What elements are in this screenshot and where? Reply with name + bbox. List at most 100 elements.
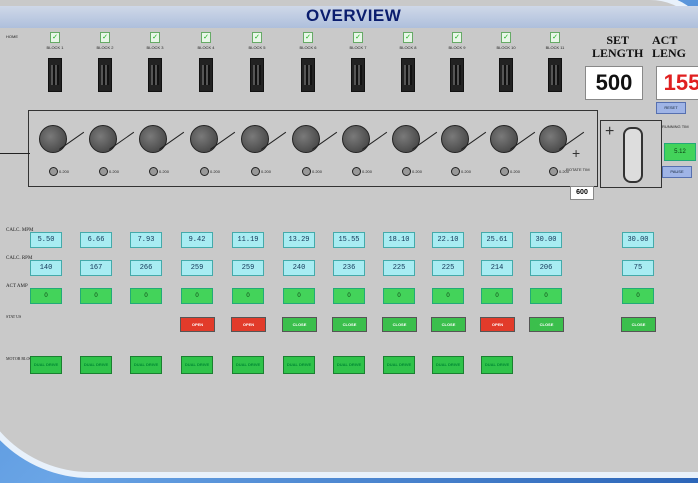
block-drive-icon (301, 58, 315, 92)
block-3[interactable]: ✓ BLOCK 3 (135, 32, 175, 92)
valve-status-button[interactable]: OPEN (231, 317, 266, 332)
act-amp-label: ACT AMP (6, 284, 28, 289)
valve-status-button[interactable]: OPEN (480, 317, 515, 332)
page-title: OVERVIEW (306, 6, 402, 25)
act-amp-value: 0 (530, 288, 562, 304)
roller-speed-label: 0.200 (362, 169, 373, 174)
pause-button[interactable]: PAUSE (662, 166, 692, 178)
roller-8 (392, 125, 420, 153)
guide-roller-icon (500, 167, 509, 176)
block-label: BLOCK 7 (349, 45, 367, 50)
block-6[interactable]: ✓ BLOCK 6 (288, 32, 328, 92)
block-5[interactable]: ✓ BLOCK 5 (237, 32, 277, 92)
calc-rpm-value: 259 (232, 260, 264, 276)
dual-drive-button[interactable]: DUAL DRIVE (232, 356, 264, 374)
rotate-panel: + (600, 120, 662, 188)
roller-7 (342, 125, 370, 153)
guide-roller-icon (451, 167, 460, 176)
dual-drive-button[interactable]: DUAL DRIVE (333, 356, 365, 374)
roller-2 (89, 125, 117, 153)
calc-mpm-value: 13.29 (283, 232, 315, 248)
rotate-time-value[interactable]: 600 (570, 186, 594, 200)
roller-speed-label: 0.200 (461, 169, 472, 174)
act-amp-value: 0 (232, 288, 264, 304)
dual-drive-button[interactable]: DUAL DRIVE (30, 356, 62, 374)
dual-drive-button[interactable]: DUAL DRIVE (80, 356, 112, 374)
roller-speed-label: 0.200 (261, 169, 272, 174)
set-length-value[interactable]: 500 (585, 66, 643, 100)
running-time-value: 5.12 (664, 143, 696, 161)
block-label: BLOCK 10 (496, 45, 516, 50)
check-icon: ✓ (550, 32, 560, 43)
check-icon: ✓ (150, 32, 160, 43)
guide-roller-icon (49, 167, 58, 176)
valve-status-button[interactable]: OPEN (180, 317, 215, 332)
block-label: BLOCK 11 (545, 45, 565, 50)
act-amp-value: 0 (80, 288, 112, 304)
block-label: BLOCK 5 (248, 45, 266, 50)
valve-status-button[interactable]: CLOSE (282, 317, 317, 332)
dual-drive-button[interactable]: DUAL DRIVE (181, 356, 213, 374)
calc-rpm-value: 214 (481, 260, 513, 276)
status-extra[interactable]: CLOSE (621, 317, 656, 332)
block-2[interactable]: ✓ BLOCK 2 (85, 32, 125, 92)
calc-rpm-value: 266 (130, 260, 162, 276)
block-7[interactable]: ✓ BLOCK 7 (338, 32, 378, 92)
check-icon: ✓ (50, 32, 60, 43)
guide-roller-icon (251, 167, 260, 176)
calc-rpm-value: 206 (530, 260, 562, 276)
calc-rpm-label: CALC. RPM (6, 256, 33, 261)
valve-status-button[interactable]: CLOSE (382, 317, 417, 332)
dual-drive-button[interactable]: DUAL DRIVE (283, 356, 315, 374)
dual-drive-button[interactable]: DUAL DRIVE (432, 356, 464, 374)
valve-status-button[interactable]: CLOSE (431, 317, 466, 332)
block-label: BLOCK 4 (197, 45, 215, 50)
block-11[interactable]: ✓ BLOCK 11 (535, 32, 575, 92)
roller-10 (490, 125, 518, 153)
valve-status-button[interactable]: CLOSE (529, 317, 564, 332)
block-drive-icon (548, 58, 562, 92)
plus-icon: + (605, 123, 615, 140)
roller-4 (190, 125, 218, 153)
block-drive-icon (98, 58, 112, 92)
calc-rpm-value: 167 (80, 260, 112, 276)
roller-5 (241, 125, 269, 153)
calc-rpm-value: 259 (181, 260, 213, 276)
block-label: BLOCK 3 (146, 45, 164, 50)
block-drive-icon (401, 58, 415, 92)
dual-drive-button[interactable]: DUAL DRIVE (481, 356, 513, 374)
block-8[interactable]: ✓ BLOCK 8 (388, 32, 428, 92)
block-drive-icon (250, 58, 264, 92)
spool-icon (623, 127, 643, 183)
block-drive-icon (148, 58, 162, 92)
valve-status-button[interactable]: CLOSE (332, 317, 367, 332)
guide-roller-icon (302, 167, 311, 176)
check-icon: ✓ (252, 32, 262, 43)
block-drive-icon (351, 58, 365, 92)
act-amp-value: 0 (481, 288, 513, 304)
calc-mpm-value: 18.10 (383, 232, 415, 248)
block-10[interactable]: ✓ BLOCK 10 (486, 32, 526, 92)
calc-rpm-value: 225 (383, 260, 415, 276)
check-icon: ✓ (403, 32, 413, 43)
block-9[interactable]: ✓ BLOCK 9 (437, 32, 477, 92)
reset-button[interactable]: RESET (656, 102, 686, 114)
guide-roller-icon (99, 167, 108, 176)
check-icon: ✓ (100, 32, 110, 43)
block-4[interactable]: ✓ BLOCK 4 (186, 32, 226, 92)
block-label: BLOCK 8 (399, 45, 417, 50)
calc-rpm-value: 240 (283, 260, 315, 276)
dual-drive-button[interactable]: DUAL DRIVE (383, 356, 415, 374)
calc-mpm-value: 11.19 (232, 232, 264, 248)
actual-length-value: 155 (656, 66, 698, 100)
guide-roller-icon (200, 167, 209, 176)
actual-length-label: ACT LENG (652, 34, 686, 60)
dual-drive-button[interactable]: DUAL DRIVE (130, 356, 162, 374)
act-amp-value: 0 (383, 288, 415, 304)
block-1[interactable]: ✓ BLOCK 1 (35, 32, 75, 92)
check-icon: ✓ (353, 32, 363, 43)
check-icon: ✓ (452, 32, 462, 43)
calc-mpm-value: 7.93 (130, 232, 162, 248)
calc-mpm-value: 30.00 (530, 232, 562, 248)
calc-rpm-value: 236 (333, 260, 365, 276)
